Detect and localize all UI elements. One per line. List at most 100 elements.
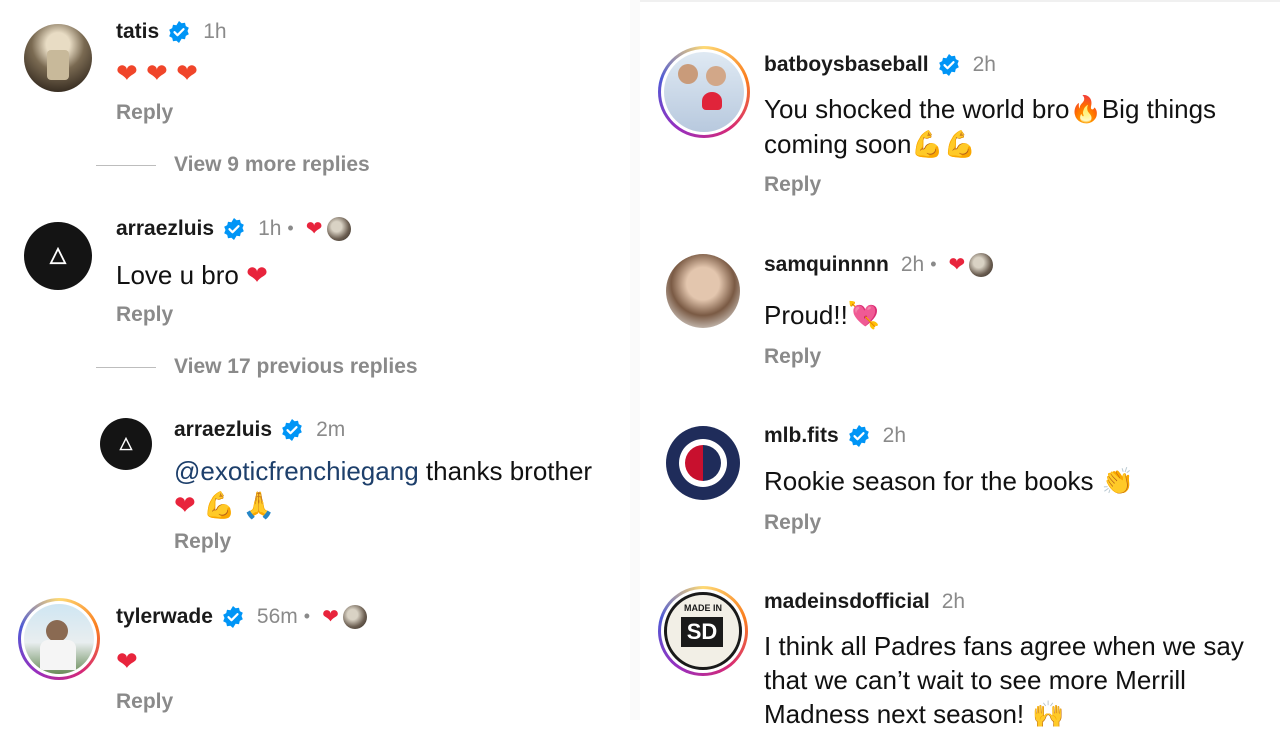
comment-text: Rookie season for the books 👏 [764,464,1134,499]
username[interactable]: batboysbaseball [764,53,929,77]
separator-dot: • [930,254,937,274]
comment-text: @exoticfrenchiegang thanks brother ❤ 💪 🙏 [174,454,614,523]
heart-icon: ❤ [174,491,196,521]
username[interactable]: samquinnnn [764,253,889,277]
timestamp: 2h [900,252,925,276]
comment-body-line2: that we can’t wait to see more Merrill [764,665,1186,695]
clapping-hands-icon: 👏 [1093,467,1135,497]
comment-body-line3: Madness next season! [764,699,1025,729]
comment-header: mlb.fits 2h [764,424,906,448]
separator-dot: • [303,606,311,626]
avatar[interactable]: MADE IN SD [658,586,748,676]
avatar[interactable] [18,598,100,680]
verified-badge-icon [938,54,959,76]
comment-text: I think all Padres fans agree when we sa… [764,629,1280,732]
comment-header: samquinnnn 2h • ❤ [764,252,994,277]
view-previous-replies-label: View 17 previous replies [174,355,418,378]
comment-header: madeinsdofficial 2h [764,590,965,614]
panel-divider [630,0,640,720]
divider-line [96,164,156,166]
comment-text: ❤ [116,644,138,679]
creator-avatar [342,604,367,629]
timestamp: 1h [203,20,227,43]
comment-body-line1: You shocked the world bro [764,94,1070,124]
comment-header: arraezluis 2m [174,418,345,442]
view-more-replies-button[interactable]: View 9 more replies [96,153,370,177]
creator-avatar [969,252,994,277]
reply-button[interactable]: Reply [764,345,821,369]
avatar-ring [661,49,747,135]
username[interactable]: arraezluis [116,217,214,241]
timestamp: 56m [256,604,298,628]
reply-button[interactable]: Reply [116,690,173,714]
reply-button[interactable]: Reply [764,173,821,197]
avatar-image [24,604,94,674]
fire-icon: 🔥 [1069,95,1102,125]
username[interactable]: tylerwade [116,605,213,629]
timestamp: 2h [941,590,966,613]
heart-icon: ❤ [116,647,138,677]
avatar[interactable] [658,46,750,138]
username[interactable]: arraezluis [174,418,272,442]
comment-text: You shocked the world bro🔥Big things com… [764,92,1264,162]
heart-with-arrow-icon: 💘 [847,301,881,331]
comment-body: Love u bro [116,260,239,290]
reply-button[interactable]: Reply [116,101,173,125]
creator-liked-heart-icon: ❤ [305,218,323,240]
verified-badge-icon [848,425,869,447]
logo-caption: MADE IN [684,603,722,613]
comment-header: arraezluis 1h • ❤ [116,216,351,241]
comment-text: ❤ ❤ ❤ [116,56,198,91]
verified-badge-icon [282,419,302,441]
comment-body: Proud!! [764,300,848,330]
logo-icon [49,247,67,265]
divider-line [96,366,156,368]
raising-hands-icon: 🙌 [1024,700,1065,730]
flexed-biceps-icon: 💪💪 [911,130,977,160]
timestamp: 2h [972,53,996,76]
creator-liked-heart-icon: ❤ [322,606,339,628]
comment-body-line1: I think all Padres fans agree when we sa… [764,631,1244,661]
avatar-image [664,52,744,132]
avatar[interactable] [666,426,740,500]
creator-avatar [326,216,351,241]
comment-body: thanks brother [418,456,593,486]
reply-button[interactable]: Reply [116,303,173,327]
avatar-ring [21,601,97,677]
verified-badge-icon [223,605,243,628]
comment-text: Proud!!💘 [764,298,880,333]
heart-on-fire-icon: ❤ ❤ ❤ [116,59,198,89]
heart-icon: ❤ [246,261,268,291]
comment-text: Love u bro ❤ [116,258,268,293]
view-more-replies-label: View 9 more replies [174,153,370,176]
mention-link[interactable]: @exoticfrenchiegang [174,456,419,486]
left-comment-panel: tatis 1h ❤ ❤ ❤ Reply View 9 more replies… [0,0,630,720]
avatar[interactable] [666,254,740,328]
creator-liked-heart-icon: ❤ [948,254,966,276]
view-previous-replies-button[interactable]: View 17 previous replies [96,355,418,379]
comment-body-line2: coming soon [764,129,912,159]
avatar[interactable] [100,418,152,470]
avatar-ring: MADE IN SD [661,589,745,673]
username[interactable]: madeinsdofficial [764,590,930,614]
timestamp: 1h [258,216,282,240]
right-comment-panel: batboysbaseball 2h You shocked the world… [640,0,1280,730]
logo-mark: SD [681,617,723,647]
avatar[interactable] [24,24,92,92]
verified-badge-icon [224,217,244,240]
avatar-image: MADE IN SD [664,592,742,670]
timestamp: 2m [316,418,346,441]
timestamp: 2h [882,424,907,447]
separator-dot: • [287,218,294,238]
verified-badge-icon [169,21,189,43]
username[interactable]: mlb.fits [764,424,839,448]
comment-body-line1b: Big things [1101,94,1217,124]
avatar[interactable] [24,222,92,290]
comment-header: batboysbaseball 2h [764,53,996,77]
comment-header: tylerwade 56m • ❤ [116,604,367,629]
reply-button[interactable]: Reply [174,530,231,554]
folded-hands-icon: 🙏 [242,491,276,521]
reply-button[interactable]: Reply [764,511,821,535]
comment-header: tatis 1h [116,20,227,44]
username[interactable]: tatis [116,20,159,44]
